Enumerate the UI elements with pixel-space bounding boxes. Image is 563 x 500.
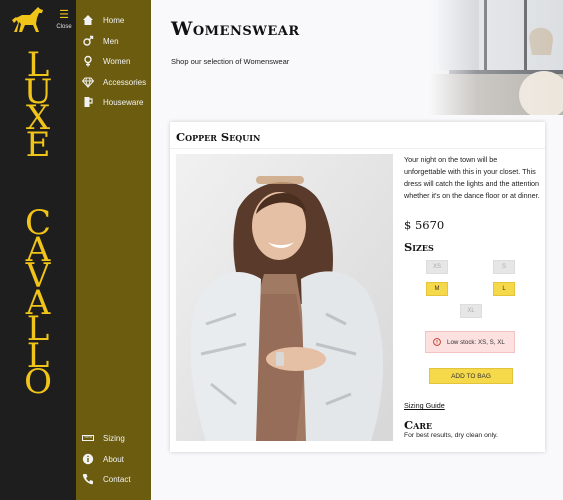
nav-label: Accessories: [103, 77, 147, 87]
care-heading: Care: [404, 418, 433, 432]
size-option-m[interactable]: M: [426, 282, 448, 296]
sizing-guide-link[interactable]: Sizing Guide: [404, 401, 445, 410]
nav-item-women[interactable]: Women: [82, 54, 130, 68]
low-stock-text: Low stock: XS, S, XL: [447, 338, 505, 346]
brand-wordmark-cavallo: C A V A L L O: [0, 206, 76, 402]
side-nav: Home Men Women Accessories Houseware Siz…: [76, 0, 151, 500]
nav-label: Houseware: [103, 97, 144, 107]
card-divider: [170, 148, 545, 149]
nav-item-about[interactable]: About: [82, 452, 124, 466]
ruler-icon: [82, 435, 94, 441]
product-card: Copper Sequin Your night on the town wil…: [170, 122, 545, 452]
main-content: Womenswear Shop our selection of Womensw…: [151, 0, 563, 500]
alert-icon: [433, 338, 441, 346]
nav-item-houseware[interactable]: Houseware: [82, 95, 143, 109]
product-description: Your night on the town will be unforgett…: [404, 155, 540, 200]
size-label: XL: [467, 308, 475, 314]
male-icon: [83, 35, 94, 46]
female-icon: [84, 55, 92, 67]
add-to-bag-button[interactable]: ADD TO BAG: [429, 368, 513, 384]
size-option-xs[interactable]: XS: [426, 260, 448, 274]
nav-item-home[interactable]: Home: [82, 13, 124, 27]
product-name: Copper Sequin: [176, 130, 261, 144]
brand-letter: E: [25, 124, 51, 165]
size-option-s[interactable]: S: [493, 260, 515, 274]
horse-logo-icon: [12, 7, 43, 32]
product-image: [176, 154, 393, 441]
size-label: L: [502, 286, 506, 292]
houseware-icon: [84, 97, 93, 107]
nav-label: Home: [103, 15, 125, 25]
nav-item-contact[interactable]: Contact: [82, 472, 131, 486]
size-option-xl[interactable]: XL: [460, 304, 482, 318]
hero-image: [429, 0, 563, 115]
nav-label: Women: [103, 56, 131, 66]
nav-item-sizing[interactable]: Sizing: [82, 431, 125, 445]
product-price: $ 5670: [404, 218, 445, 232]
brand-letter: O: [24, 362, 52, 402]
size-label: S: [501, 264, 506, 270]
nav-item-accessories[interactable]: Accessories: [82, 75, 146, 89]
info-icon: [82, 453, 94, 465]
home-icon: [83, 15, 93, 25]
brand-column: ☰ Close L U X E C A V A L L O: [0, 0, 76, 500]
size-option-l[interactable]: L: [493, 282, 515, 296]
close-label: Close: [56, 24, 72, 30]
size-label: M: [434, 286, 440, 292]
page-title: Womenswear: [171, 18, 300, 40]
nav-label: Men: [103, 36, 119, 46]
nav-item-men[interactable]: Men: [82, 34, 119, 48]
brand-wordmark-luxe: L U X E: [0, 48, 76, 165]
phone-icon: [82, 474, 93, 485]
low-stock-alert: Low stock: XS, S, XL: [425, 331, 515, 353]
diamond-icon: [82, 77, 94, 88]
nav-label: Contact: [103, 474, 131, 484]
page-subtitle: Shop our selection of Womenswear: [171, 57, 290, 66]
nav-label: About: [103, 454, 124, 464]
sizes-heading: Sizes: [404, 240, 434, 254]
nav-label: Sizing: [103, 433, 125, 443]
size-label: XS: [432, 264, 441, 270]
hamburger-icon: ☰: [59, 9, 69, 21]
close-menu-button[interactable]: ☰ Close: [54, 9, 74, 31]
care-text: For best results, dry clean only.: [404, 432, 498, 439]
